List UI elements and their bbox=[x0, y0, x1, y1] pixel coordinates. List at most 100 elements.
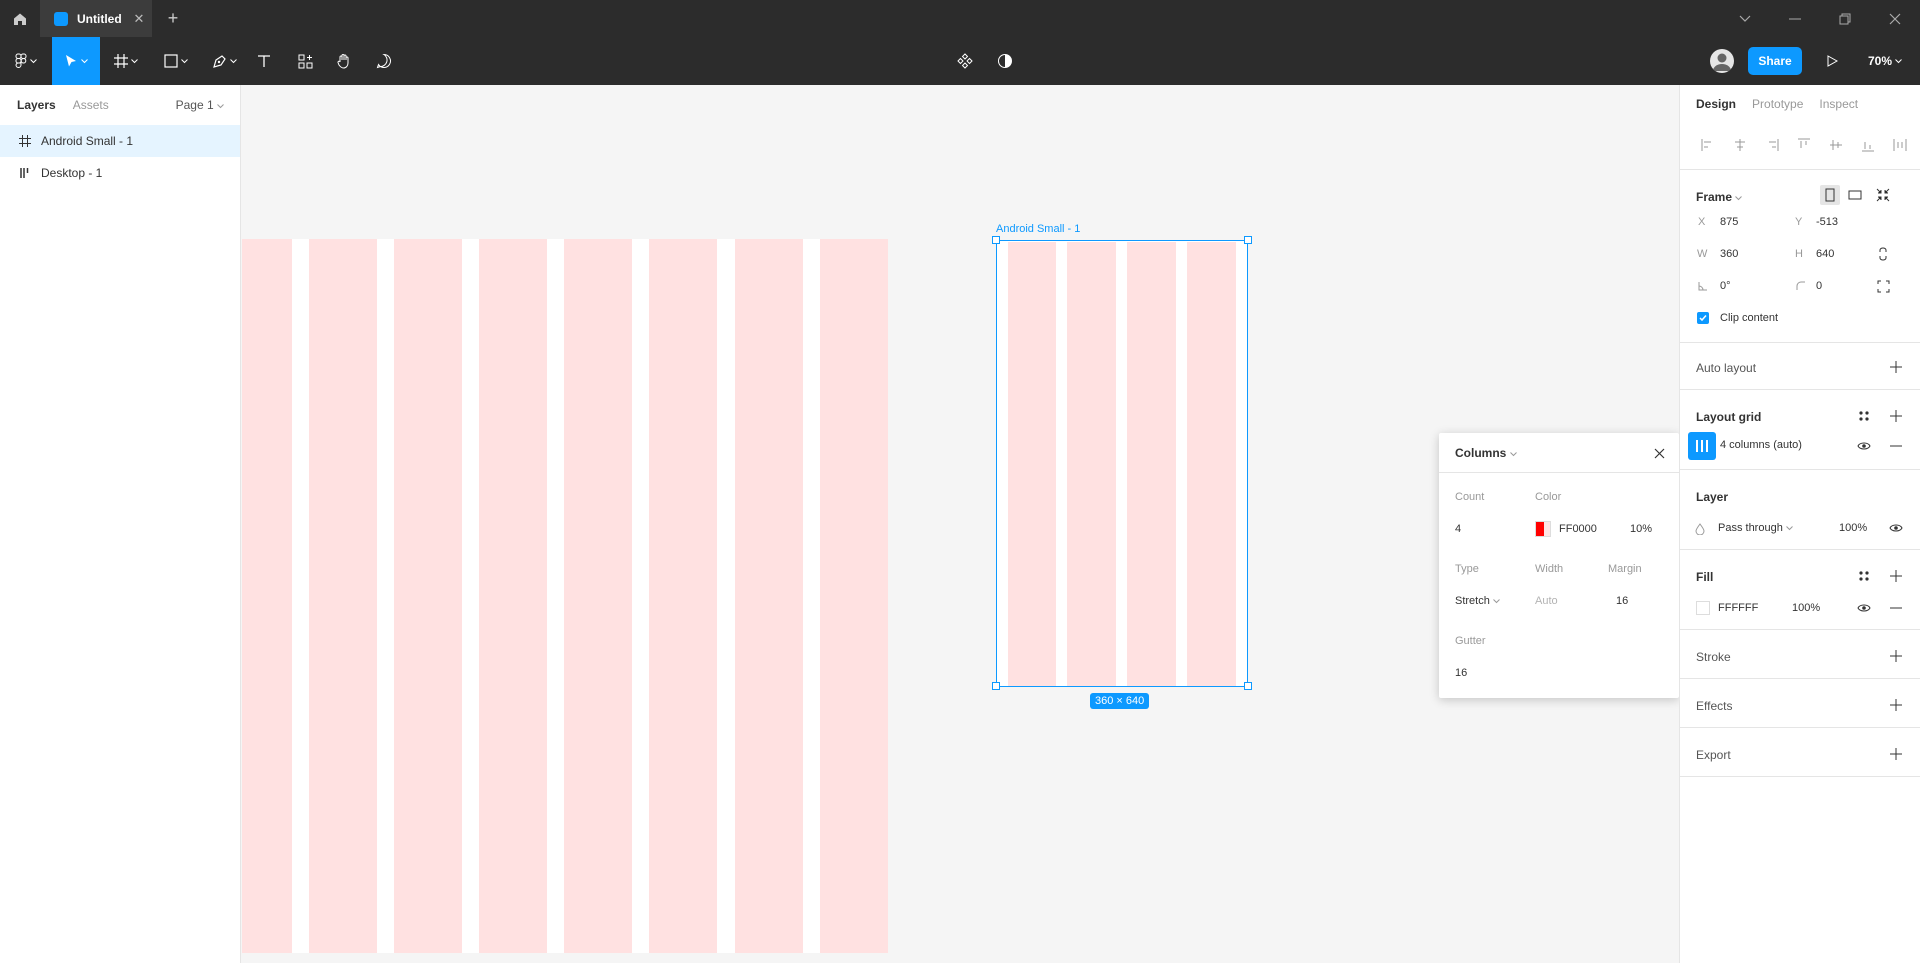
share-button[interactable]: Share bbox=[1748, 47, 1802, 75]
close-window-button[interactable] bbox=[1870, 0, 1920, 37]
minus-icon bbox=[1890, 445, 1902, 447]
hand-tool-button[interactable] bbox=[332, 37, 356, 85]
new-tab-button[interactable]: + bbox=[160, 0, 186, 37]
grid-color-hex-input[interactable]: FF0000 bbox=[1559, 523, 1597, 535]
play-icon bbox=[1827, 55, 1838, 67]
grid-color-opacity-input[interactable]: 10% bbox=[1630, 523, 1652, 535]
text-tool-button[interactable] bbox=[252, 37, 276, 85]
align-right-button[interactable] bbox=[1756, 131, 1788, 159]
corner-radius-input[interactable]: 0 bbox=[1816, 280, 1822, 292]
resize-handle-top-right[interactable] bbox=[1244, 236, 1252, 244]
home-button[interactable] bbox=[0, 0, 40, 37]
restore-button[interactable] bbox=[1820, 0, 1870, 37]
move-tool-button[interactable] bbox=[52, 37, 100, 85]
add-fill-button[interactable] bbox=[1888, 568, 1904, 584]
type-dropdown[interactable]: Stretch bbox=[1455, 595, 1500, 607]
shape-tool-button[interactable] bbox=[158, 37, 194, 85]
constrain-proportions-button[interactable] bbox=[1875, 246, 1891, 262]
avatar[interactable] bbox=[1710, 49, 1734, 73]
align-vertical-center-icon bbox=[1830, 140, 1842, 150]
y-input[interactable]: -513 bbox=[1816, 216, 1838, 228]
y-label: Y bbox=[1795, 216, 1803, 228]
align-top-button[interactable] bbox=[1788, 131, 1820, 159]
theme-toggle-button[interactable] bbox=[992, 37, 1018, 85]
remove-fill-button[interactable] bbox=[1888, 600, 1904, 616]
align-vertical-center-button[interactable] bbox=[1820, 131, 1852, 159]
landscape-button[interactable] bbox=[1845, 185, 1865, 205]
tab-inspect[interactable]: Inspect bbox=[1819, 97, 1858, 111]
toggle-layer-visibility-button[interactable] bbox=[1888, 520, 1904, 536]
pen-tool-button[interactable] bbox=[206, 37, 242, 85]
grid-color-swatch[interactable] bbox=[1535, 521, 1551, 537]
frame-tool-button[interactable] bbox=[108, 37, 144, 85]
independent-corners-button[interactable] bbox=[1875, 278, 1891, 294]
h-label: H bbox=[1795, 248, 1803, 260]
zoom-dropdown[interactable]: 70% bbox=[1868, 37, 1902, 85]
components-button[interactable] bbox=[952, 37, 978, 85]
distribute-button[interactable] bbox=[1884, 131, 1916, 159]
layer-opacity-input[interactable]: 100% bbox=[1839, 522, 1867, 534]
page-selector[interactable]: Page 1 bbox=[176, 98, 224, 112]
align-horizontal-center-button[interactable] bbox=[1724, 131, 1756, 159]
main-menu-button[interactable] bbox=[8, 37, 44, 85]
count-input[interactable]: 4 bbox=[1455, 523, 1461, 535]
blend-mode-dropdown[interactable]: Pass through bbox=[1718, 522, 1793, 534]
fill-hex-input[interactable]: FFFFFF bbox=[1718, 602, 1758, 614]
tab-close-button[interactable]: ✕ bbox=[126, 11, 152, 27]
frame-label[interactable]: Android Small - 1 bbox=[996, 223, 1080, 235]
resize-handle-top-left[interactable] bbox=[992, 236, 1000, 244]
present-button[interactable] bbox=[1820, 37, 1844, 85]
popover-close-button[interactable] bbox=[1649, 443, 1669, 463]
minimize-button[interactable] bbox=[1770, 0, 1820, 37]
comment-tool-button[interactable] bbox=[372, 37, 396, 85]
h-input[interactable]: 640 bbox=[1816, 248, 1834, 260]
resize-to-fit-button[interactable] bbox=[1875, 187, 1891, 203]
tabs-dropdown-button[interactable] bbox=[1720, 0, 1770, 37]
gutter-input[interactable]: 16 bbox=[1455, 667, 1467, 679]
grid-styles-button[interactable] bbox=[1856, 408, 1872, 424]
align-bottom-button[interactable] bbox=[1852, 131, 1884, 159]
tab-design[interactable]: Design bbox=[1696, 97, 1736, 111]
add-effect-button[interactable] bbox=[1888, 697, 1904, 713]
fill-styles-button[interactable] bbox=[1856, 568, 1872, 584]
layer-row-desktop[interactable]: Desktop - 1 bbox=[0, 157, 240, 189]
w-input[interactable]: 360 bbox=[1720, 248, 1738, 260]
add-auto-layout-button[interactable] bbox=[1888, 359, 1904, 375]
android-small-frame[interactable] bbox=[996, 240, 1248, 687]
hand-icon bbox=[337, 54, 349, 69]
desktop-frame[interactable] bbox=[242, 239, 888, 953]
tab-prototype[interactable]: Prototype bbox=[1752, 97, 1803, 111]
document-tab[interactable]: Untitled ✕ bbox=[40, 0, 152, 37]
resize-handle-bottom-left[interactable] bbox=[992, 682, 1000, 690]
add-stroke-button[interactable] bbox=[1888, 648, 1904, 664]
column-grid-icon[interactable] bbox=[1688, 432, 1716, 460]
x-input[interactable]: 875 bbox=[1720, 216, 1738, 228]
add-export-button[interactable] bbox=[1888, 746, 1904, 762]
layer-row-android-small[interactable]: Android Small - 1 bbox=[0, 125, 240, 157]
layer-name: Android Small - 1 bbox=[41, 134, 134, 148]
portrait-button[interactable] bbox=[1820, 185, 1840, 205]
layout-grid-item[interactable]: 4 columns (auto) bbox=[1688, 432, 1914, 460]
rotation-input[interactable]: 0° bbox=[1720, 280, 1731, 292]
clip-content-checkbox[interactable] bbox=[1697, 312, 1709, 324]
add-layout-grid-button[interactable] bbox=[1888, 408, 1904, 424]
chevron-down-icon bbox=[1895, 58, 1902, 63]
remove-grid-button[interactable] bbox=[1888, 438, 1904, 454]
width-input[interactable]: Auto bbox=[1535, 595, 1558, 607]
grid-type-dropdown[interactable]: Columns bbox=[1455, 446, 1517, 460]
toggle-fill-visibility-button[interactable] bbox=[1856, 600, 1872, 616]
fill-opacity-input[interactable]: 100% bbox=[1792, 602, 1820, 614]
tab-layers[interactable]: Layers bbox=[17, 98, 56, 112]
align-left-button[interactable] bbox=[1692, 131, 1724, 159]
grid-column bbox=[394, 239, 462, 953]
plus-icon bbox=[1890, 748, 1902, 760]
chevron-down-icon bbox=[1493, 599, 1500, 604]
resize-handle-bottom-right[interactable] bbox=[1244, 682, 1252, 690]
tab-assets[interactable]: Assets bbox=[73, 98, 109, 112]
resources-tool-button[interactable] bbox=[292, 37, 318, 85]
toggle-grid-visibility-button[interactable] bbox=[1856, 438, 1872, 454]
fill-color-swatch[interactable] bbox=[1696, 601, 1710, 615]
margin-input[interactable]: 16 bbox=[1616, 595, 1628, 607]
frame-dropdown[interactable]: Frame bbox=[1696, 190, 1743, 204]
layout-grid-title: Layout grid bbox=[1696, 410, 1762, 424]
